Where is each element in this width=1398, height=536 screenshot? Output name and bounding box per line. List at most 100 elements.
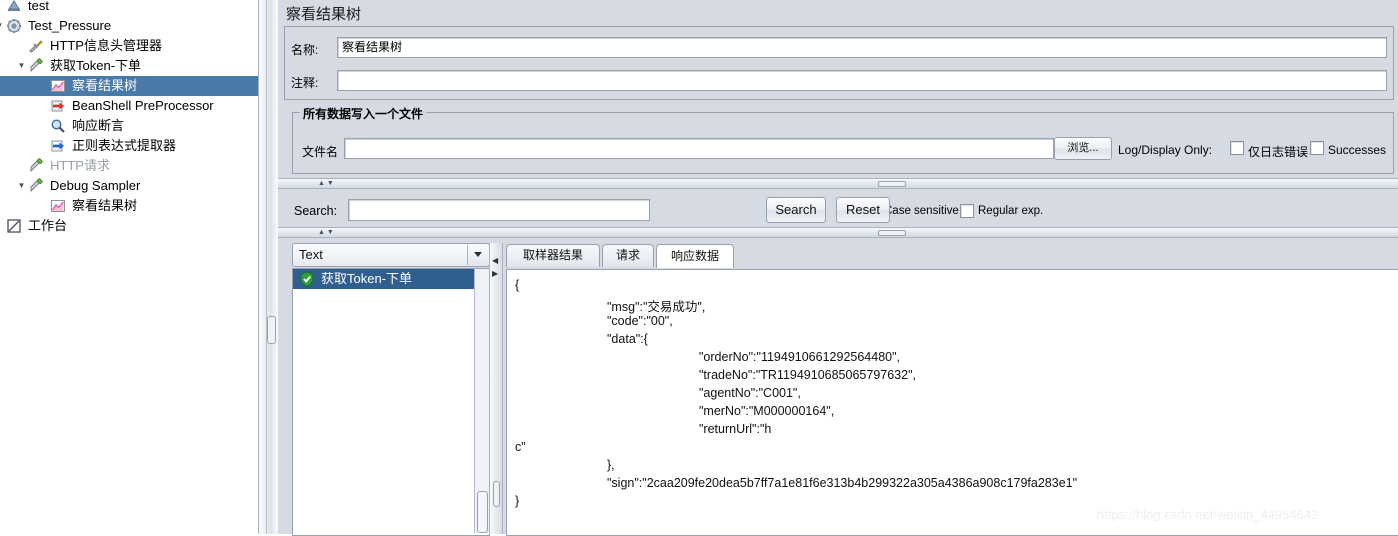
expand-right-arrow-icon[interactable]: ▶	[492, 270, 498, 278]
filename-input[interactable]	[344, 138, 1054, 159]
tree-item-2[interactable]: HTTP信息头管理器	[0, 36, 258, 56]
divider-line	[266, 0, 267, 534]
renderer-select[interactable]: Text	[292, 243, 490, 267]
tree-item-1[interactable]: ▼ Test_Pressure	[0, 16, 258, 36]
tree-item-5[interactable]: BeanShell PreProcessor	[0, 96, 258, 116]
view-results-tree-icon	[50, 196, 68, 216]
response-line-0: {	[515, 278, 520, 292]
chevron-down-icon[interactable]	[467, 245, 488, 265]
tree-item-label: 获取Token-下单	[50, 58, 142, 73]
results-list[interactable]: 获取Token-下单	[292, 268, 490, 536]
tree-item-10[interactable]: 察看结果树	[0, 196, 258, 216]
tree-twisty-3[interactable]: ▼	[16, 56, 27, 76]
name-comment-group: 名称: 察看结果树 注释:	[284, 26, 1394, 100]
main-split-divider[interactable]	[258, 0, 280, 534]
tree-item-label: 察看结果树	[72, 78, 138, 93]
splitter-arrows-icon[interactable]: ▲▼	[318, 179, 336, 188]
preprocessor-icon	[50, 96, 68, 116]
watermark: https://blog.csdn.net/weixin_44954642	[1097, 507, 1319, 522]
jmeter-window: test▼Test_PressureHTTP信息头管理器▼获取Token-下单察…	[0, 0, 1398, 536]
renderer-select-value: Text	[299, 247, 323, 262]
regular-exp-checkbox[interactable]	[960, 204, 974, 218]
response-line-9: c"	[515, 440, 526, 454]
regular-exp-label: Regular exp.	[978, 205, 1044, 217]
divider-grip[interactable]	[267, 316, 276, 344]
header-manager-icon	[28, 36, 46, 56]
response-line-3: "data":{	[607, 332, 648, 346]
errors-only-checkbox[interactable]	[1230, 141, 1244, 155]
results-list-scrollbar[interactable]	[474, 269, 489, 533]
tree-twisty-9[interactable]: ▼	[16, 176, 27, 196]
list-item-label: 获取Token-下单	[321, 271, 413, 286]
view-results-tree-icon	[50, 76, 68, 96]
case-sensitive-label: Case sensitive	[884, 205, 959, 217]
tree-item-3[interactable]: ▼ 获取Token-下单	[0, 56, 258, 76]
splitter-above-search[interactable]: ▲▼	[278, 178, 1398, 189]
scrollbar-thumb[interactable]	[477, 491, 488, 533]
browse-button[interactable]: 浏览...	[1054, 137, 1112, 160]
sampler-icon	[28, 56, 46, 76]
right-pane: 察看结果树 名称: 察看结果树 注释: 所有数据写入一个文件 文件名 浏览...…	[278, 0, 1398, 536]
response-line-8: "returnUrl":"h	[699, 422, 772, 436]
tree-item-label: Test_Pressure	[28, 18, 112, 33]
sampler-icon	[28, 156, 46, 176]
errors-only-label: 仅日志错误	[1248, 145, 1309, 159]
successes-checkbox[interactable]	[1310, 141, 1324, 155]
tree-item-7[interactable]: 正则表达式提取器	[0, 136, 258, 156]
tree-item-label: 察看结果树	[72, 198, 138, 213]
log-display-only-label: Log/Display Only:	[1118, 143, 1213, 157]
comment-label: 注释:	[291, 76, 319, 90]
splitter-arrows-icon[interactable]: ▲▼	[318, 228, 336, 237]
tab-2[interactable]: 响应数据	[656, 244, 734, 268]
workbench-icon	[6, 216, 24, 236]
thread-group-icon	[6, 16, 24, 36]
success-shield-icon	[299, 271, 315, 293]
response-line-4: "orderNo":"1194910661292564480",	[699, 350, 901, 364]
tree-item-6[interactable]: 响应断言	[0, 116, 258, 136]
tree-item-0[interactable]: test	[0, 0, 258, 16]
tree-item-4[interactable]: 察看结果树	[0, 76, 258, 96]
tree-item-label: 工作台	[28, 218, 68, 233]
response-line-7: "merNo":"M000000164",	[699, 404, 835, 418]
tree-twisty-1[interactable]: ▼	[0, 16, 5, 36]
tree-item-label: HTTP信息头管理器	[50, 38, 162, 53]
assertion-icon	[50, 116, 68, 136]
response-line-5: "tradeNo":"TR1194910685065797632",	[699, 368, 916, 382]
response-line-10: },	[607, 458, 615, 472]
splitter-below-search[interactable]: ▲▼	[278, 227, 1398, 238]
tree-item-label: HTTP请求	[50, 158, 110, 173]
test-plan-tree[interactable]: test ▼ Test_Pressure HTTP信息头管理器 ▼ 获取Token-下单察…	[0, 0, 258, 534]
response-line-6: "agentNo":"C001",	[699, 386, 801, 400]
successes-label: Successes	[1328, 143, 1387, 157]
tree-item-11[interactable]: 工作台	[0, 216, 258, 236]
tree-item-label: Debug Sampler	[50, 178, 141, 193]
search-label: Search:	[294, 204, 338, 218]
splitter-grip[interactable]	[878, 230, 906, 236]
reset-button[interactable]: Reset	[836, 197, 890, 223]
name-label: 名称:	[291, 43, 319, 57]
response-line-1: "msg":"交易成功",	[607, 300, 706, 314]
comment-input[interactable]	[337, 70, 1387, 91]
write-file-section-title: 所有数据写入一个文件	[300, 105, 427, 122]
response-tabs[interactable]: 取样器结果 请求 响应数据	[506, 244, 1146, 269]
divider-grip[interactable]	[493, 481, 500, 507]
search-button[interactable]: Search	[766, 197, 826, 223]
tab-1[interactable]: 请求	[602, 244, 654, 267]
tree-item-label: test	[28, 0, 49, 13]
tree-item-label: 响应断言	[72, 118, 125, 133]
page-title: 察看结果树	[286, 6, 362, 23]
results-split-divider[interactable]: ◀ ▶	[489, 243, 503, 534]
tree-item-8[interactable]: HTTP请求	[0, 156, 258, 176]
list-item[interactable]: 获取Token-下单	[293, 269, 489, 289]
sampler-icon	[28, 176, 46, 196]
name-input[interactable]: 察看结果树	[337, 37, 1387, 58]
collapse-left-arrow-icon[interactable]: ◀	[492, 257, 498, 265]
response-data-view[interactable]: {"msg":"交易成功", "code":"00", "data":{"order…	[506, 269, 1398, 536]
search-input[interactable]	[348, 199, 650, 221]
tree-item-9[interactable]: ▼ Debug Sampler	[0, 176, 258, 196]
splitter-grip[interactable]	[878, 181, 906, 187]
tab-0[interactable]: 取样器结果	[506, 244, 600, 267]
tree-item-label: 正则表达式提取器	[72, 138, 177, 153]
response-line-11: "sign":"2caa209fe20dea5b7ff7a1e81f6e313b…	[607, 476, 1078, 490]
postprocessor-icon	[50, 136, 68, 156]
